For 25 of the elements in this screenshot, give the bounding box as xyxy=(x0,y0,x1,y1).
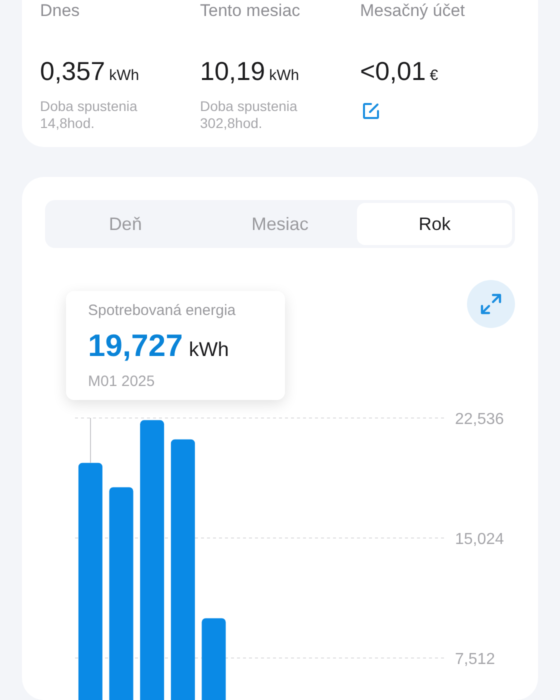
tooltip-period: M01 2025 xyxy=(88,372,155,390)
unit-label: kWh xyxy=(269,67,300,84)
period-tab[interactable]: Mesiac xyxy=(202,203,358,245)
stat-label: Tento mesiac xyxy=(200,0,300,22)
expand-button[interactable] xyxy=(467,280,515,328)
period-tab[interactable]: Deň xyxy=(48,203,203,245)
runtime-text: Doba spustenia 14,8hod. xyxy=(40,98,138,132)
unit-label: kWh xyxy=(109,67,140,84)
stat-value: 0,357 xyxy=(40,56,106,86)
stat-value: <0,01 xyxy=(360,56,426,86)
expand-icon xyxy=(479,292,503,316)
stat-label: Mesačný účet xyxy=(360,0,465,22)
axis-label: 15,024 xyxy=(455,531,504,548)
axis-label: 22,536 xyxy=(455,411,504,428)
unit-label: kWh xyxy=(188,339,229,361)
cursor-line xyxy=(90,418,92,463)
unit-label: € xyxy=(430,67,438,84)
tooltip-title: Spotrebovaná energia xyxy=(88,302,236,319)
period-tab[interactable]: Rok xyxy=(357,203,512,245)
stat-value: 10,19 xyxy=(200,56,266,86)
runtime-text: Doba spustenia 302,8hod. xyxy=(200,98,298,132)
stat-label: Dnes xyxy=(40,0,80,22)
axis-label: 7,512 xyxy=(455,651,496,668)
edit-icon[interactable] xyxy=(362,102,380,120)
tooltip-value: 19,727 xyxy=(88,328,183,363)
